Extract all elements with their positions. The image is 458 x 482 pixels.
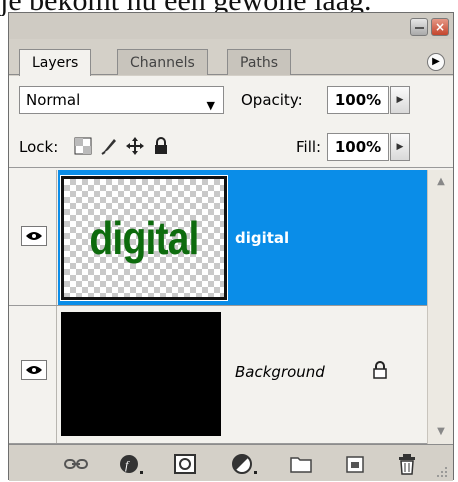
trash-icon[interactable]	[395, 453, 419, 475]
layer-row-digital[interactable]: digital digital	[9, 170, 427, 306]
thumbnail-text: digital	[89, 212, 199, 264]
adjustment-layer-icon[interactable]	[231, 453, 257, 475]
lock-label: Lock:	[19, 138, 59, 156]
lock-icon	[371, 360, 389, 380]
layer-style-icon[interactable]: f	[119, 453, 143, 475]
layers-scrollbar[interactable]: ▲ ▼	[427, 170, 453, 444]
layer-thumbnail-background	[61, 312, 221, 436]
visibility-cell	[9, 306, 57, 443]
new-layer-icon[interactable]	[343, 453, 367, 475]
opacity-label: Opacity:	[241, 91, 303, 109]
blend-mode-select[interactable]: Normal ▼	[19, 86, 224, 114]
lock-position-icon[interactable]	[125, 136, 145, 156]
layer-row-background[interactable]: Background	[9, 306, 427, 444]
layers-list: digital digital Background	[9, 170, 427, 444]
scroll-down-icon[interactable]: ▼	[428, 422, 454, 442]
layer-name: Background	[235, 363, 325, 381]
tab-channels[interactable]: Channels	[117, 49, 208, 75]
fill-label: Fill:	[296, 138, 322, 156]
lock-fill-row: Lock: Fill: 100% ▶	[9, 124, 453, 168]
fill-field[interactable]: 100%	[327, 133, 389, 161]
fill-slider-button[interactable]: ▶	[390, 133, 410, 161]
lock-transparent-pixels-icon[interactable]	[73, 136, 93, 156]
close-button[interactable]: ×	[431, 18, 449, 36]
eye-icon[interactable]	[21, 360, 47, 380]
tab-layers[interactable]: Layers	[19, 49, 92, 76]
visibility-cell	[9, 170, 57, 305]
blend-opacity-row: Normal ▼ Opacity: 100% ▶	[9, 76, 453, 124]
dropdown-arrow-icon: ▼	[206, 99, 215, 112]
scroll-up-icon[interactable]: ▲	[428, 172, 454, 192]
tab-paths[interactable]: Paths	[227, 49, 292, 75]
panel-menu-button[interactable]: ▶	[427, 53, 445, 71]
minimize-button[interactable]	[410, 18, 428, 36]
opacity-field[interactable]: 100%	[327, 86, 389, 114]
layer-thumbnail-digital: digital	[60, 175, 228, 301]
panel-content: Normal ▼ Opacity: 100% ▶ Lock: Fill: 100…	[9, 76, 453, 481]
new-group-icon[interactable]	[289, 453, 313, 475]
eye-icon[interactable]	[21, 226, 47, 246]
link-icon[interactable]	[63, 453, 88, 475]
resize-grip-icon[interactable]	[433, 463, 449, 479]
lock-image-pixels-icon[interactable]	[99, 136, 119, 156]
lock-all-icon[interactable]	[151, 136, 171, 156]
layers-panel: × Layers Channels Paths ▶ Normal ▼ Opaci…	[8, 12, 454, 481]
blend-mode-value: Normal	[26, 91, 81, 109]
panel-titlebar: ×	[9, 13, 453, 39]
tab-bar: Layers Channels Paths ▶	[9, 41, 453, 76]
panel-footer: f	[9, 444, 453, 481]
layer-name: digital	[235, 229, 290, 247]
layer-mask-icon[interactable]	[173, 453, 197, 475]
opacity-slider-button[interactable]: ▶	[390, 86, 410, 114]
